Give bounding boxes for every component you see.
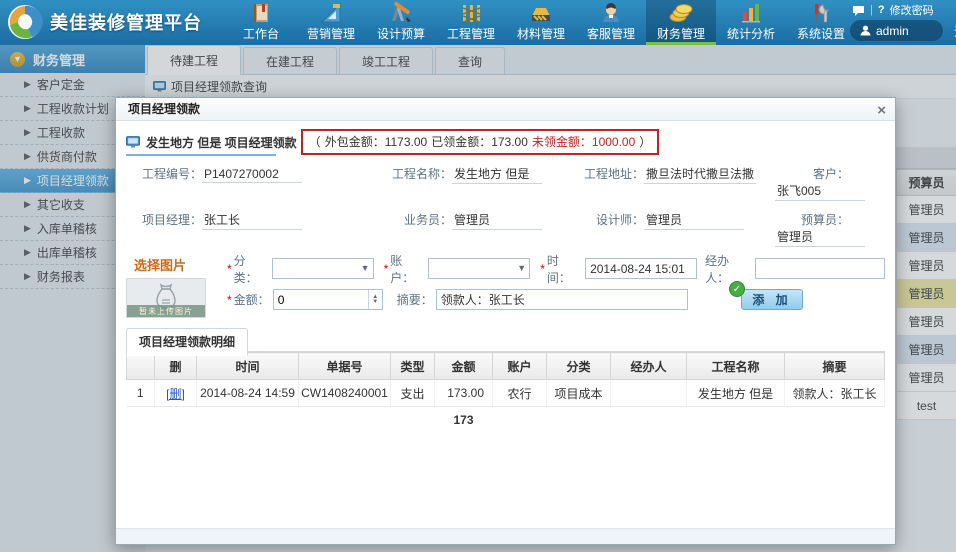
required-mark: * [227,262,232,276]
nav-item-workbench[interactable]: 工作台 [226,0,296,45]
category-cell: 项目成本 [547,380,611,407]
withdrawal-form: 选择图片 暂未上传图片 * 分类： ▼ * 账户： ▼ [126,253,885,318]
outsource-amount: 外包金额：1173.00 [325,133,428,150]
project-summary-title: 发生地方 但是 项目经理领款 [146,134,297,151]
workbench-icon [249,2,273,24]
summary-input[interactable] [436,289,688,310]
amount-summary-highlight: （ 外包金额：1173.00 已领金额：173.00 未领金额：1000.00 … [301,129,660,155]
app-title: 美佳装修管理平台 [50,9,202,35]
withdrawal-detail-table: 删 时间 单据号 类型 金额 账户 分类 经办人 工程名称 摘要 1 [删] 2… [126,352,885,434]
top-navbar: 美佳装修管理平台 工作台 营销管理 [0,0,956,45]
received-amount: 已领金额：173.00 [431,133,528,150]
time-input[interactable] [585,258,697,279]
project-summary-header: 发生地方 但是 项目经理领款 （ 外包金额：1173.00 已领金额：173.0… [126,127,885,157]
dialog-footer [116,528,895,544]
nav-label: 设计预算 [377,25,425,42]
nav-item-project[interactable]: 工程管理 [436,0,506,45]
close-icon[interactable]: × [877,100,886,122]
dialog-title: 项目经理领款 [128,102,200,116]
add-button[interactable]: 添 加 [741,289,803,310]
agent-cell [611,380,687,407]
required-mark: * [384,262,389,276]
address-value: 撒旦法时代撒旦法撒 [644,165,756,184]
check-icon: ✓ [729,281,745,297]
nav-label: 材料管理 [517,25,565,42]
account-cell: 农行 [493,380,547,407]
unreceived-amount: 未领金额：1000.00 [532,133,635,150]
table-row[interactable]: 1 [删] 2014-08-24 14:59 CW1408240001 支出 1… [127,380,885,407]
required-mark: * [540,262,545,276]
time-cell: 2014-08-24 14:59 [197,380,299,407]
user-icon [860,25,871,36]
type-cell: 支出 [391,380,435,407]
row-number: 1 [127,380,155,407]
delete-link[interactable]: [删] [166,387,185,401]
nav-label: 营销管理 [307,25,355,42]
nav-label: 客服管理 [587,25,635,42]
nav-item-design-budget[interactable]: 设计预算 [366,0,436,45]
budgeter-value: 管理员 [775,228,865,247]
table-total-row: 173 [127,407,885,434]
stepper-arrows-icon[interactable]: ▲▼ [368,290,382,309]
required-mark: * [227,293,232,307]
nav-user-area: | ? 修改密码 admin 注销 [846,0,956,45]
chevron-down-icon: ▼ [361,263,370,273]
statistics-icon [739,2,763,24]
customer-value: 张飞005 [775,182,865,201]
help-icon[interactable]: ? [878,4,885,16]
nav-item-service[interactable]: 客服管理 [576,0,646,45]
project-cell: 发生地方 但是 [687,380,785,407]
monitor-icon [126,136,140,148]
settings-icon [809,2,833,24]
project-name-value: 发生地方 但是 [452,165,542,184]
nav-label: 统计分析 [727,25,775,42]
dialog-titlebar[interactable]: 项目经理领款 × [116,98,895,121]
nav-label: 财务管理 [657,25,705,42]
amount-input[interactable] [274,290,366,309]
nav-item-marketing[interactable]: 营销管理 [296,0,366,45]
account-select[interactable]: ▼ [428,258,530,279]
nav-item-finance[interactable]: 财务管理 [646,0,716,45]
user-menu[interactable]: admin [850,20,943,41]
category-select[interactable]: ▼ [272,258,374,279]
username: admin [876,24,909,38]
image-placeholder[interactable]: 暂未上传图片 [126,278,206,318]
materials-icon [529,2,553,24]
nav-label: 系统设置 [797,25,845,42]
nav-label: 工作台 [243,25,279,42]
chevron-down-icon: ▼ [517,263,526,273]
amount-stepper[interactable]: ▲▼ [273,289,383,310]
image-caption: 暂未上传图片 [127,305,205,317]
message-icon[interactable] [852,5,865,16]
nav-label: 工程管理 [447,25,495,42]
brand: 美佳装修管理平台 [6,3,202,41]
nav-item-statistics[interactable]: 统计分析 [716,0,786,45]
agent-input[interactable] [755,258,885,279]
marketing-icon [319,2,343,24]
choose-image-link[interactable]: 选择图片 [134,255,221,274]
detail-tabbar: 项目经理领款明细 [126,327,885,352]
tab-withdrawal-detail[interactable]: 项目经理领款明细 [126,328,248,356]
change-password-link[interactable]: 修改密码 [890,2,934,18]
manager-value: 张工长 [202,211,302,230]
total-amount: 173 [435,407,493,434]
designer-value: 管理员 [644,211,744,230]
service-icon [599,2,623,24]
summary-cell: 领款人：张工长 [785,380,885,407]
project-no-value: P1407270002 [202,167,302,183]
salesman-value: 管理员 [452,211,542,230]
project-info: 工程编号：P1407270002 工程名称：发生地方 但是 工程地址：撒旦法时代… [126,165,885,247]
main-menu: 工作台 营销管理 设计预算 [226,0,856,45]
manager-withdrawal-dialog: 项目经理领款 × 发生地方 但是 项目经理领款 （ 外包金额：1173.00 已… [115,97,896,545]
design-budget-icon [389,2,413,24]
doc-no-cell: CW1408240001 [299,380,391,407]
table-header-row: 删 时间 单据号 类型 金额 账户 分类 经办人 工程名称 摘要 [127,353,885,380]
nav-item-materials[interactable]: 材料管理 [506,0,576,45]
amount-cell: 173.00 [435,380,493,407]
app-logo-icon [6,3,44,41]
section-underline [126,154,276,156]
project-icon [459,2,483,24]
finance-icon [668,2,694,24]
